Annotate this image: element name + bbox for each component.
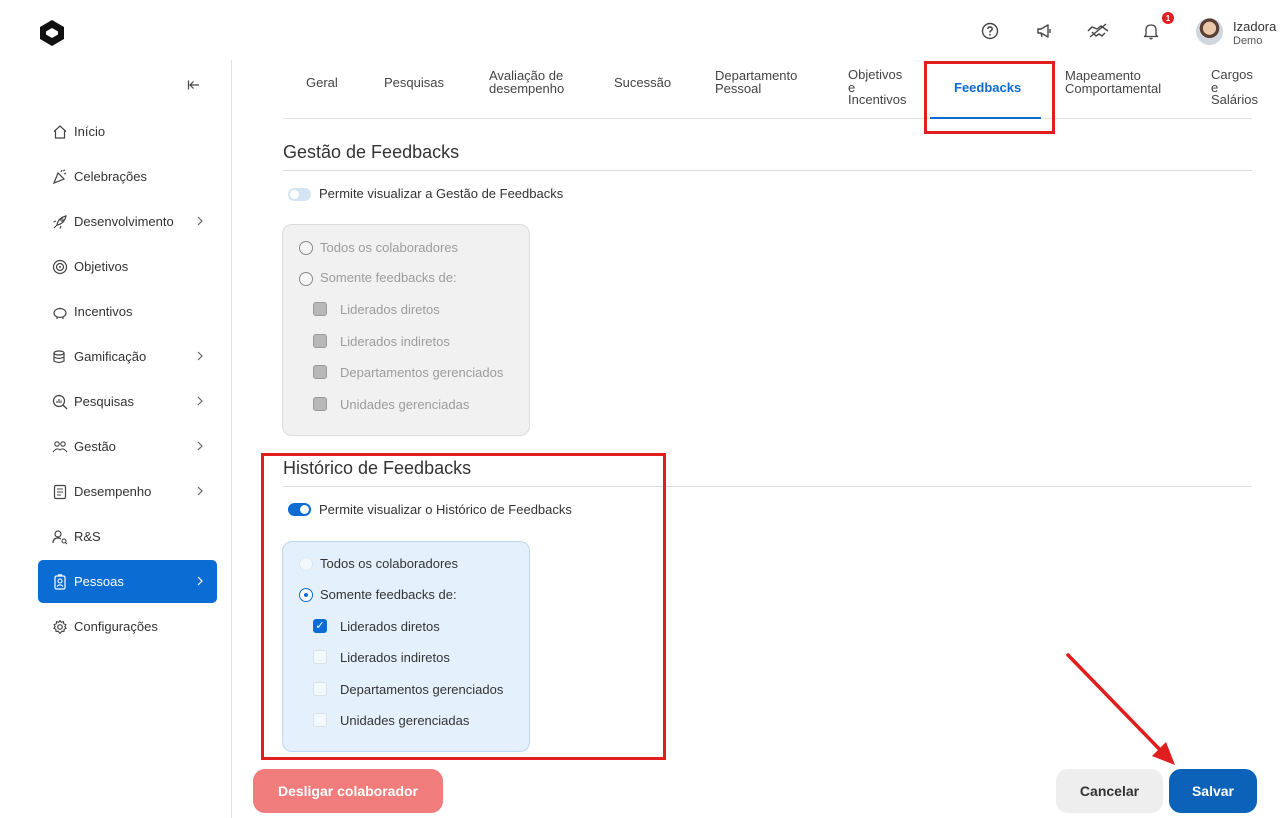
save-button[interactable]: Salvar (1169, 769, 1257, 813)
tab-sucessao[interactable]: Sucessão (614, 76, 671, 90)
chevron-right-icon (193, 573, 207, 589)
gestao-checkbox-liderados-indiretos[interactable] (313, 334, 327, 348)
home-icon (51, 123, 69, 141)
gestao-radio-some[interactable] (299, 272, 313, 286)
tab-objetivos-incentivos[interactable]: Objetivos e Incentivos (848, 67, 907, 107)
chevron-right-icon (193, 348, 207, 364)
sidebar-item-gamificacao[interactable]: Gamificação (38, 335, 217, 378)
tab-label-line: Incentivos (848, 92, 907, 107)
collapse-sidebar-icon[interactable] (187, 78, 203, 94)
user-company: Demo (1233, 35, 1263, 47)
gear-icon (51, 618, 69, 636)
gestao-checkbox-unidades[interactable] (313, 397, 327, 411)
sidebar-item-objetivos[interactable]: Objetivos (38, 245, 217, 288)
sidebar-item-incentivos[interactable]: Incentivos (38, 290, 217, 333)
sidebar-item-label: Pessoas (74, 574, 124, 589)
gestao-toggle[interactable] (288, 188, 311, 201)
chevron-right-icon (193, 213, 207, 229)
sidebar-item-label: Desempenho (74, 484, 152, 499)
sidebar-item-label: Objetivos (74, 259, 129, 274)
tab-label-line: Objetivos (848, 67, 903, 82)
gestao-radio-all[interactable] (299, 241, 313, 255)
toggle-knob (290, 190, 299, 199)
sidebar-item-gestao[interactable]: Gestão (38, 425, 217, 468)
sidebar-item-label: Incentivos (74, 304, 133, 319)
sidebar: Início Celebrações Desenvolvimento Objet… (0, 60, 232, 818)
tab-label-line: Pessoal (715, 80, 762, 96)
annotation-arrow (1066, 653, 1175, 765)
avatar[interactable] (1196, 18, 1223, 45)
tab-label-line: Cargos (1211, 67, 1253, 82)
tab-geral[interactable]: Geral (306, 76, 338, 90)
sidebar-item-pesquisas[interactable]: Pesquisas (38, 380, 217, 423)
gestao-checkbox-liderados-diretos[interactable] (313, 302, 327, 316)
sidebar-item-pessoas[interactable]: Pessoas (38, 560, 217, 603)
tab-label-line: desempenho (489, 80, 565, 96)
sidebar-item-rs[interactable]: R&S (38, 515, 217, 558)
tab-pesquisas[interactable]: Pesquisas (384, 76, 444, 90)
piggy-bank-icon (51, 303, 69, 321)
sidebar-item-configuracoes[interactable]: Configurações (38, 605, 217, 648)
sidebar-item-inicio[interactable]: Início (38, 110, 217, 153)
help-icon[interactable] (979, 20, 1001, 42)
gestao-checkbox-departamentos[interactable] (313, 365, 327, 379)
tab-departamento-pessoal[interactable]: Departamento Pessoal (715, 69, 797, 96)
sidebar-item-desenvolvimento[interactable]: Desenvolvimento (38, 200, 217, 243)
tabs-divider (283, 118, 1252, 119)
sidebar-item-label: Configurações (74, 619, 158, 634)
target-icon (51, 258, 69, 276)
sidebar-item-label: Início (74, 124, 106, 139)
sidebar-item-label: Gestão (74, 439, 116, 454)
user-search-icon (51, 528, 69, 546)
sidebar-item-label: Pesquisas (74, 394, 134, 409)
checkbox-label: Liderados diretos (340, 302, 440, 317)
party-icon (51, 168, 69, 186)
notification-badge: 1 (1162, 12, 1174, 24)
chevron-right-icon (193, 438, 207, 454)
checkbox-label: Liderados indiretos (340, 334, 450, 349)
section-title-gestao: Gestão de Feedbacks (283, 142, 460, 162)
megaphone-icon[interactable] (1033, 20, 1055, 42)
rocket-icon (51, 213, 69, 231)
people-icon (51, 438, 69, 456)
sidebar-item-celebracoes[interactable]: Celebrações (38, 155, 217, 198)
radio-label: Todos os colaboradores (320, 240, 459, 255)
sidebar-item-label: R&S (74, 529, 101, 544)
search-chart-icon (51, 393, 69, 411)
radio-label: Somente feedbacks de: (320, 270, 457, 285)
user-name[interactable]: Izadora (1233, 19, 1276, 34)
highlight-box-tab (924, 61, 1055, 134)
sidebar-item-label: Desenvolvimento (74, 214, 174, 229)
app-logo[interactable] (38, 19, 66, 47)
section-divider (283, 170, 1252, 171)
tab-cargos-salarios[interactable]: Cargos e Salários (1211, 67, 1258, 107)
sidebar-item-label: Gamificação (74, 349, 147, 364)
checkbox-label: Departamentos gerenciados (340, 365, 504, 380)
tab-mapeamento-comportamental[interactable]: Mapeamento Comportamental (1065, 69, 1162, 96)
sidebar-item-desempenho[interactable]: Desempenho (38, 470, 217, 513)
bell-icon[interactable] (1140, 20, 1162, 42)
tab-avaliacao-desempenho[interactable]: Avaliação de desempenho (489, 69, 565, 96)
chevron-right-icon (193, 393, 207, 409)
chevron-right-icon (193, 483, 207, 499)
badge-icon (51, 573, 69, 591)
handshake-icon[interactable] (1087, 20, 1109, 42)
tab-label-line: Comportamental (1065, 80, 1162, 96)
gestao-toggle-label: Permite visualizar a Gestão de Feedbacks (319, 186, 564, 201)
highlight-box-historico (261, 453, 666, 760)
sidebar-item-label: Celebrações (74, 169, 147, 184)
checklist-icon (51, 483, 69, 501)
dismiss-employee-button[interactable]: Desligar colaborador (253, 769, 443, 813)
checkbox-label: Unidades gerenciadas (340, 397, 470, 412)
coins-icon (51, 348, 69, 366)
tab-label-line: Salários (1211, 92, 1258, 107)
cancel-button[interactable]: Cancelar (1056, 769, 1163, 813)
